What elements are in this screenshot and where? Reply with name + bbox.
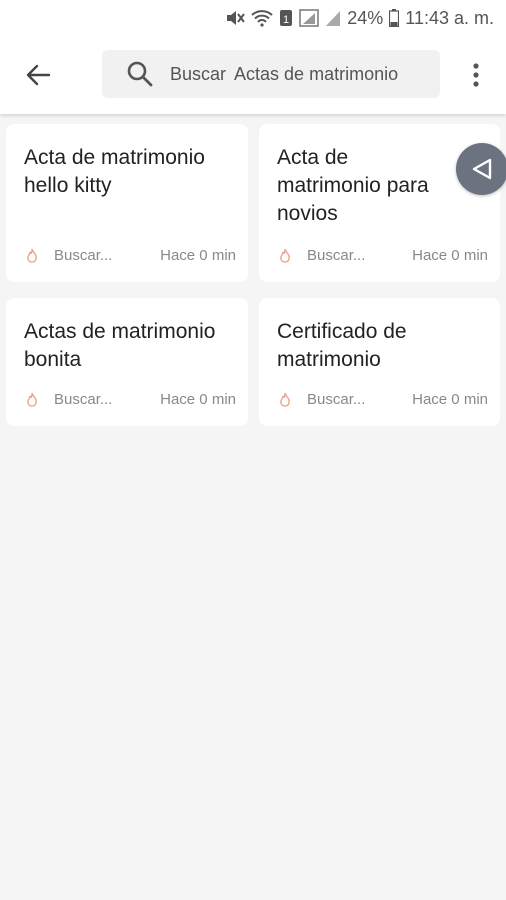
- floating-share-button[interactable]: [456, 143, 506, 195]
- card-title: Certificado de matrimonio: [277, 320, 407, 371]
- card-meta: Buscar... Hace 0 min: [279, 247, 488, 264]
- flame-icon: [26, 392, 40, 408]
- battery-icon: [389, 9, 400, 27]
- search-prefix: Buscar: [170, 63, 227, 84]
- card-time: Hace 0 min: [412, 247, 488, 264]
- wifi-icon: [251, 9, 273, 27]
- card-meta: Buscar... Hace 0 min: [279, 391, 488, 408]
- flame-icon: [279, 248, 293, 264]
- mute-icon: [225, 9, 246, 27]
- card-time: Hace 0 min: [160, 391, 236, 408]
- sim-icon: 1: [279, 9, 293, 27]
- card-source: Buscar...: [54, 391, 113, 408]
- flame-icon: [26, 248, 40, 264]
- more-vert-icon: [473, 63, 479, 87]
- card-meta: Buscar... Hace 0 min: [26, 247, 236, 264]
- svg-text:1: 1: [283, 14, 289, 26]
- card-time: Hace 0 min: [412, 391, 488, 408]
- card-meta: Buscar... Hace 0 min: [26, 391, 236, 408]
- search-field[interactable]: Buscar Actas de matrimonio: [102, 50, 440, 98]
- result-card[interactable]: Certificado de matrimonio Buscar... Hace…: [259, 298, 500, 426]
- more-options-button[interactable]: [462, 58, 490, 92]
- clock: 11:43 a. m.: [405, 7, 494, 28]
- card-title: Actas de matrimonio bonita: [24, 320, 216, 371]
- status-bar: 1 24% 11:43 a. m.: [0, 0, 506, 36]
- app-bar: Buscar Actas de matrimonio: [0, 36, 506, 114]
- card-source: Buscar...: [307, 391, 366, 408]
- arrow-left-icon: [26, 64, 51, 86]
- search-input[interactable]: Buscar Actas de matrimonio: [170, 64, 398, 85]
- result-card[interactable]: Acta de matrimonio hello kitty Buscar...…: [6, 124, 248, 282]
- signal-icon: [325, 9, 341, 27]
- signal-icon: [299, 9, 319, 27]
- back-button[interactable]: [18, 58, 58, 92]
- battery-percent: 24%: [347, 7, 384, 28]
- card-time: Hace 0 min: [160, 247, 236, 264]
- card-title: Acta de matrimonio hello kitty: [24, 146, 205, 197]
- play-triangle-icon: [472, 158, 492, 180]
- flame-icon: [279, 392, 293, 408]
- result-card[interactable]: Acta de matrimonio para novios Buscar...…: [259, 124, 500, 282]
- card-source: Buscar...: [307, 247, 366, 264]
- search-icon: [126, 59, 156, 89]
- search-query: Actas de matrimonio: [234, 63, 399, 84]
- result-card[interactable]: Actas de matrimonio bonita Buscar... Hac…: [6, 298, 248, 426]
- card-title: Acta de matrimonio para novios: [277, 146, 429, 225]
- card-source: Buscar...: [54, 247, 113, 264]
